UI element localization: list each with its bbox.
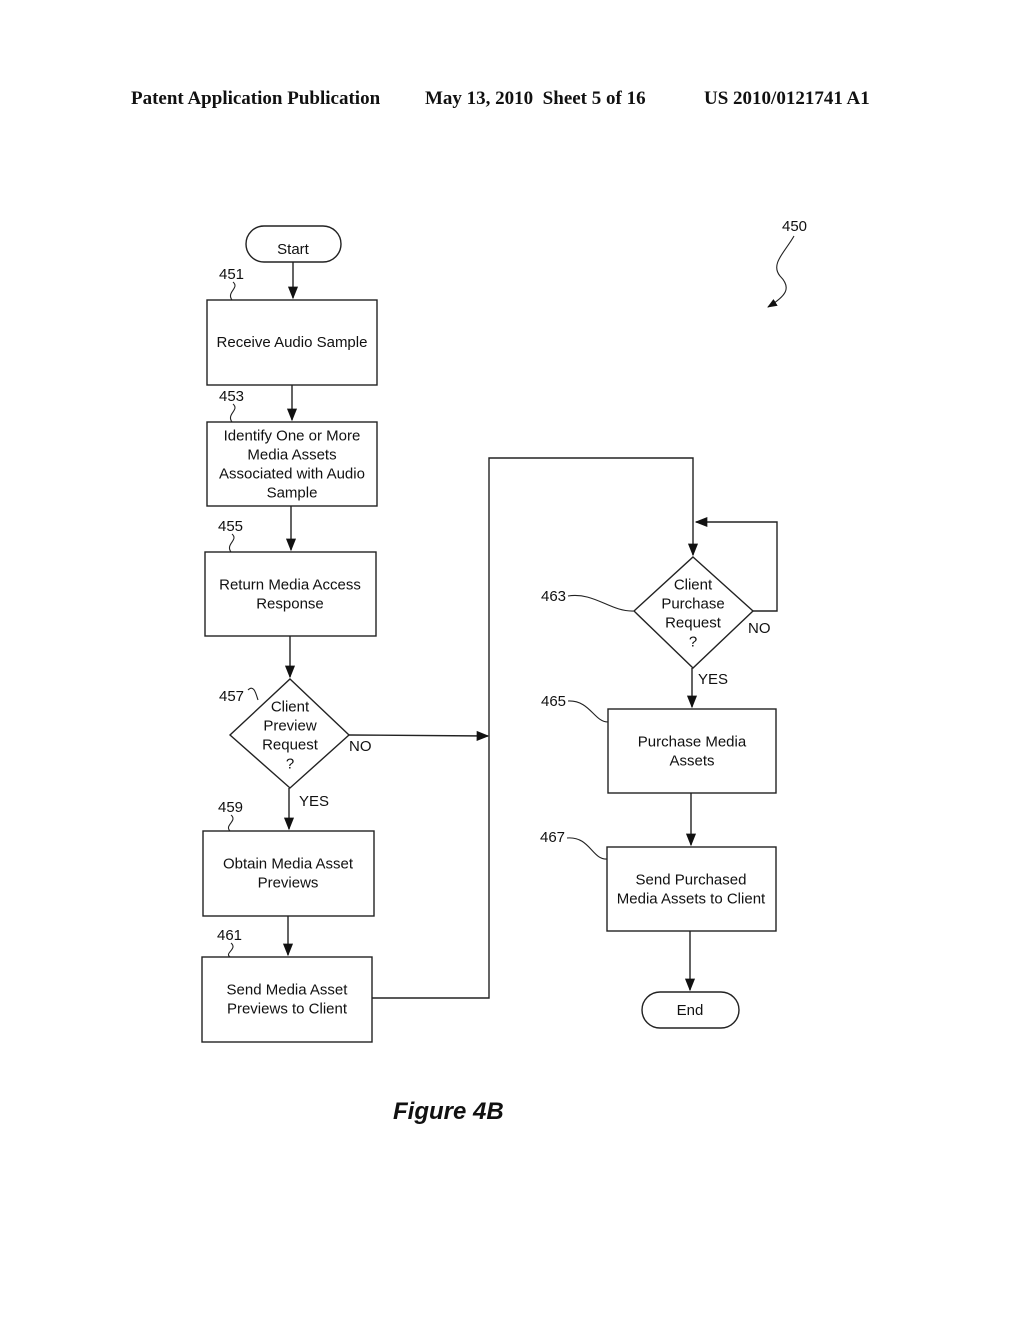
ref-leader-461 <box>228 942 234 958</box>
node-text-n467: Media Assets to Client <box>617 891 766 908</box>
node-text-n467: Send Purchased <box>636 872 747 889</box>
box-459 <box>202 830 375 917</box>
edge-457-no <box>348 730 490 741</box>
box-467 <box>606 846 777 932</box>
ref-463: 463 <box>541 588 566 605</box>
node-text-n461: Previews to Client <box>227 1001 348 1018</box>
figure-ref-450: 450 <box>782 218 807 235</box>
ref-leader-465 <box>567 700 609 723</box>
ref-461: 461 <box>217 927 242 944</box>
box-461 <box>201 956 373 1043</box>
ref-leader-453 <box>230 403 236 423</box>
node-text-end: End <box>677 1002 704 1019</box>
ref-459: 459 <box>218 799 243 816</box>
node-text-n453: Associated with Audio <box>219 466 365 483</box>
label-463-no: NO <box>748 620 771 637</box>
ref-leader-457 <box>247 687 259 701</box>
decision-463 <box>632 556 755 669</box>
node-text-n453: Media Assets <box>247 447 336 464</box>
node-text-n455: Return Media Access <box>219 577 361 594</box>
ref-465: 465 <box>541 693 566 710</box>
node-text-n457: Client <box>271 699 310 716</box>
ref-457: 457 <box>219 688 244 705</box>
ref-453: 453 <box>219 388 244 405</box>
figure-ref-arrow <box>767 235 795 308</box>
ref-leader-451 <box>230 281 236 301</box>
box-455 <box>204 551 377 637</box>
ref-leader-463 <box>567 594 635 612</box>
ref-451: 451 <box>219 266 244 283</box>
node-text-n459: Obtain Media Asset <box>223 856 354 873</box>
node-text-n457: ? <box>286 756 294 773</box>
flowchart: Start Receive Audio Sample Identify One or… <box>201 218 807 1043</box>
label-463-yes: YES <box>698 671 728 688</box>
label-457-no: NO <box>349 738 372 755</box>
ref-455: 455 <box>218 518 243 535</box>
ref-leader-455 <box>229 533 235 553</box>
node-text-n457: Preview <box>263 718 317 735</box>
node-text-n451: Receive Audio Sample <box>217 334 368 351</box>
node-text-n453: Sample <box>267 485 318 502</box>
node-text-n465: Assets <box>669 753 714 770</box>
node-text-n455: Response <box>256 596 324 613</box>
node-text-n457: Request <box>262 737 319 754</box>
node-text-n465: Purchase Media <box>638 734 747 751</box>
node-text-n463: ? <box>689 634 697 651</box>
node-text-n463: Request <box>665 615 722 632</box>
node-text-n463: Client <box>674 577 713 594</box>
ref-467: 467 <box>540 829 565 846</box>
node-text-n461: Send Media Asset <box>227 982 349 999</box>
figure-caption: Figure 4B <box>393 1098 504 1125</box>
ref-leader-467 <box>566 837 608 860</box>
label-457-yes: YES <box>299 793 329 810</box>
node-text-start: Start <box>277 241 310 258</box>
node-text-n459: Previews <box>258 875 319 892</box>
ref-leader-459 <box>228 814 234 832</box>
node-text-n453: Identify One or More <box>224 428 361 445</box>
box-465 <box>607 708 777 794</box>
node-text-n463: Purchase <box>661 596 724 613</box>
